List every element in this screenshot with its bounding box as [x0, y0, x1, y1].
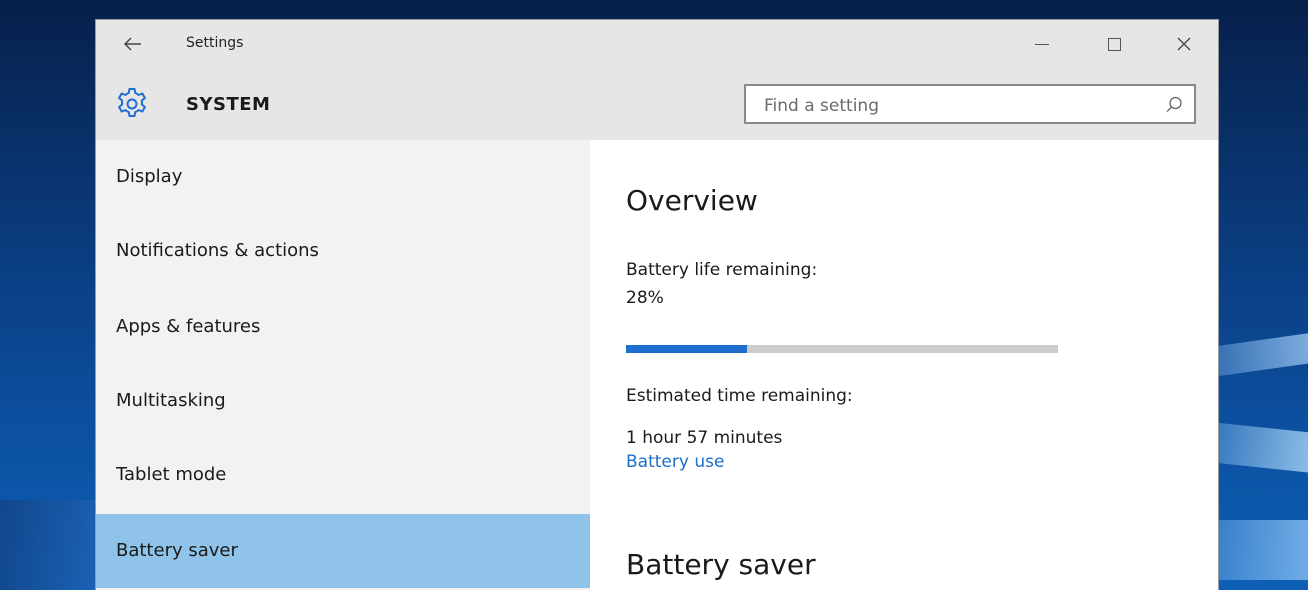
estimated-time-label: Estimated time remaining: [626, 386, 853, 406]
minimize-icon [1035, 43, 1049, 45]
sidebar-item-label: Battery saver [116, 540, 238, 561]
maximize-button[interactable] [1092, 26, 1136, 62]
sidebar-item-tablet-mode[interactable]: Tablet mode [96, 438, 590, 512]
close-button[interactable] [1162, 26, 1206, 62]
back-button[interactable] [118, 30, 148, 58]
gear-icon [114, 86, 150, 122]
overview-heading: Overview [626, 184, 758, 217]
sidebar-item-battery-saver[interactable]: Battery saver [96, 514, 590, 588]
search-box[interactable] [744, 84, 1196, 124]
battery-use-link[interactable]: Battery use [626, 452, 724, 472]
battery-percent-value: 28% [626, 288, 664, 308]
sidebar-item-label: Display [116, 166, 183, 187]
sidebar-item-label: Notifications & actions [116, 240, 319, 261]
minimize-button[interactable] [1020, 26, 1064, 62]
estimated-time-value: 1 hour 57 minutes [626, 428, 783, 448]
sidebar-item-notifications[interactable]: Notifications & actions [96, 214, 590, 288]
battery-progress-fill [626, 345, 747, 353]
search-input[interactable] [762, 94, 1146, 118]
close-icon [1177, 37, 1191, 51]
page-header: SYSTEM [96, 72, 1218, 140]
sidebar-item-multitasking[interactable]: Multitasking [96, 364, 590, 438]
window-title: Settings [186, 35, 244, 51]
maximize-icon [1107, 37, 1121, 51]
battery-saver-heading: Battery saver [626, 548, 816, 581]
sidebar-item-display[interactable]: Display [96, 140, 590, 214]
search-icon[interactable] [1164, 95, 1184, 115]
wallpaper-glow [0, 500, 96, 590]
title-bar: Settings [96, 20, 1218, 72]
battery-life-label: Battery life remaining: [626, 260, 818, 280]
sidebar-item-label: Tablet mode [116, 464, 227, 485]
main-content: Overview Battery life remaining: 28% Est… [590, 140, 1218, 590]
page-title: SYSTEM [186, 94, 271, 115]
sidebar-item-label: Multitasking [116, 390, 226, 411]
sidebar-item-apps-features[interactable]: Apps & features [96, 290, 590, 364]
settings-window: Settings SYSTEM Find a setting Display N… [96, 20, 1218, 590]
battery-progress-bar [626, 345, 1058, 353]
sidebar: Display Notifications & actions Apps & f… [96, 140, 590, 590]
back-arrow-icon [124, 37, 141, 51]
sidebar-item-label: Apps & features [116, 316, 261, 337]
